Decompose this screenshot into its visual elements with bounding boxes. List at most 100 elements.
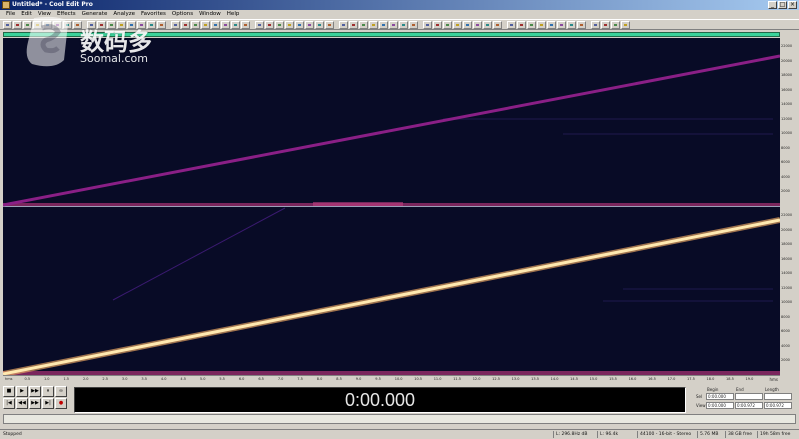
horizontal-scrollbar[interactable]	[3, 414, 796, 424]
toolbar-button[interactable]	[537, 21, 546, 29]
time-tick: 13.0	[511, 377, 520, 381]
spectral-view[interactable]	[3, 38, 780, 375]
maximize-button[interactable]: □	[778, 1, 787, 9]
menu-favorites[interactable]: Favorites	[138, 10, 169, 19]
toolbar-button[interactable]	[43, 21, 52, 29]
toolbar-button[interactable]	[567, 21, 576, 29]
toolbar-button[interactable]	[275, 21, 284, 29]
toolbar-button[interactable]	[285, 21, 294, 29]
toolbar-button[interactable]	[423, 21, 432, 29]
minimize-button[interactable]: _	[768, 1, 777, 9]
toolbar-button[interactable]	[577, 21, 586, 29]
time-tick: 4.0	[160, 377, 167, 381]
toolbar-button[interactable]	[3, 21, 12, 29]
toolbar-button[interactable]	[621, 21, 630, 29]
goto-start-button[interactable]: |◀	[3, 398, 15, 409]
stop-button[interactable]: ■	[3, 386, 15, 397]
toolbar-button[interactable]	[557, 21, 566, 29]
close-button[interactable]: ×	[788, 1, 797, 9]
toolbar-button[interactable]	[211, 21, 220, 29]
toolbar-button[interactable]	[53, 21, 62, 29]
menu-options[interactable]: Options	[169, 10, 196, 19]
view-end-field[interactable]: 0:00.972	[735, 402, 763, 409]
toolbar-button[interactable]	[611, 21, 620, 29]
fast-forward-button[interactable]: ▶▶	[29, 398, 41, 409]
waveform-overview[interactable]	[3, 32, 780, 37]
toolbar-button[interactable]	[453, 21, 462, 29]
status-field: 19h 58m free	[760, 432, 791, 437]
menu-generate[interactable]: Generate	[79, 10, 111, 19]
toolbar-button[interactable]	[265, 21, 274, 29]
toolbar-button[interactable]	[315, 21, 324, 29]
toolbar-button[interactable]	[349, 21, 358, 29]
toolbar-button[interactable]	[399, 21, 408, 29]
toolbar-button[interactable]	[527, 21, 536, 29]
menu-help[interactable]: Help	[224, 10, 243, 19]
toolbar-button[interactable]	[181, 21, 190, 29]
toolbar-button[interactable]	[483, 21, 492, 29]
sel-end-field[interactable]	[735, 393, 763, 400]
rewind-button[interactable]: ◀◀	[16, 398, 28, 409]
toolbar-button[interactable]	[601, 21, 610, 29]
toolbar-button[interactable]	[409, 21, 418, 29]
toolbar-button[interactable]	[231, 21, 240, 29]
toolbar-button[interactable]	[507, 21, 516, 29]
toolbar-button[interactable]	[201, 21, 210, 29]
toolbar-button[interactable]	[547, 21, 556, 29]
play-to-end-button[interactable]: ▶▶	[29, 386, 41, 397]
loop-button[interactable]: ∞	[55, 386, 67, 397]
time-ruler[interactable]: hms hms 0.5 1.0 1.5 2.0 2.5 3.0 3.5 4.0 4.5 5.0 5.5…	[3, 375, 780, 383]
toolbar-button[interactable]	[473, 21, 482, 29]
menu-view[interactable]: View	[35, 10, 54, 19]
sel-length-field[interactable]	[764, 393, 792, 400]
toolbar-button[interactable]	[87, 21, 96, 29]
toolbar-button[interactable]	[379, 21, 388, 29]
toolbar-button[interactable]	[305, 21, 314, 29]
toolbar-button[interactable]	[137, 21, 146, 29]
toolbar-button[interactable]	[107, 21, 116, 29]
toolbar-button[interactable]	[443, 21, 452, 29]
toolbar-button[interactable]	[241, 21, 250, 29]
toolbar-button[interactable]	[63, 21, 72, 29]
time-tick: 5.0	[199, 377, 206, 381]
toolbar-button[interactable]	[463, 21, 472, 29]
toolbar-button[interactable]	[591, 21, 600, 29]
menu-effects[interactable]: Effects	[54, 10, 79, 19]
toolbar-button[interactable]	[23, 21, 32, 29]
toolbar-button[interactable]	[493, 21, 502, 29]
record-button[interactable]: ●	[55, 398, 67, 409]
title-bar[interactable]: Untitled* - Cool Edit Pro _ □ ×	[0, 0, 799, 10]
toolbar-button[interactable]	[359, 21, 368, 29]
status-separator	[757, 431, 758, 438]
view-length-field[interactable]: 0:00.972	[764, 402, 792, 409]
toolbar-button[interactable]	[73, 21, 82, 29]
menu-window[interactable]: Window	[196, 10, 224, 19]
toolbar-button[interactable]	[97, 21, 106, 29]
toolbar-button[interactable]	[127, 21, 136, 29]
menu-edit[interactable]: Edit	[18, 10, 35, 19]
toolbar-button[interactable]	[117, 21, 126, 29]
toolbar-button[interactable]	[433, 21, 442, 29]
menu-file[interactable]: File	[3, 10, 18, 19]
pause-button[interactable]: ⏸	[42, 386, 54, 397]
toolbar-button[interactable]	[191, 21, 200, 29]
play-button[interactable]: ▶	[16, 386, 28, 397]
toolbar-button[interactable]	[13, 21, 22, 29]
sel-begin-field[interactable]: 0:00.000	[706, 393, 734, 400]
toolbar-button[interactable]	[389, 21, 398, 29]
time-tick: 6.5	[258, 377, 264, 381]
toolbar-button[interactable]	[221, 21, 230, 29]
toolbar-button[interactable]	[157, 21, 166, 29]
toolbar-button[interactable]	[33, 21, 42, 29]
goto-end-button[interactable]: ▶|	[42, 398, 54, 409]
toolbar-button[interactable]	[147, 21, 156, 29]
toolbar-button[interactable]	[517, 21, 526, 29]
toolbar-button[interactable]	[325, 21, 334, 29]
menu-analyze[interactable]: Analyze	[110, 10, 138, 19]
toolbar-button[interactable]	[255, 21, 264, 29]
toolbar-button[interactable]	[369, 21, 378, 29]
toolbar-button[interactable]	[171, 21, 180, 29]
view-begin-field[interactable]: 0:00.000	[706, 402, 734, 409]
toolbar-button[interactable]	[295, 21, 304, 29]
toolbar-button[interactable]	[339, 21, 348, 29]
